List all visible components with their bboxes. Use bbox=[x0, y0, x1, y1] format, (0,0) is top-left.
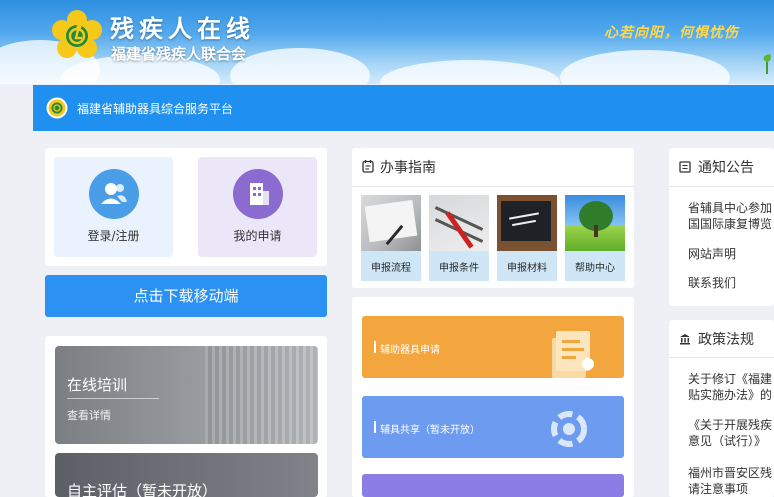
application-form-icon bbox=[552, 331, 594, 378]
user-group-icon bbox=[89, 169, 139, 219]
books-texture bbox=[205, 346, 318, 444]
service-card-third[interactable] bbox=[362, 474, 624, 497]
assistive-device-apply-label: 辅助器具申请 bbox=[380, 345, 440, 356]
building-icon bbox=[233, 169, 283, 219]
platform-logo-icon bbox=[46, 97, 68, 119]
notice-icon bbox=[679, 161, 691, 173]
guide-label-conditions: 申报条件 bbox=[439, 263, 479, 274]
cloud-decoration bbox=[230, 48, 370, 84]
guide-title: 办事指南 bbox=[380, 160, 436, 176]
divider bbox=[352, 186, 634, 187]
bank-building-icon bbox=[680, 334, 690, 345]
my-application-label: 我的申请 bbox=[233, 229, 282, 243]
self-assessment-card[interactable]: 自主评估（暂未开放） bbox=[55, 453, 318, 497]
guide-book-icon bbox=[362, 160, 374, 173]
policy-link-cont[interactable]: 意见（试行）》 bbox=[688, 432, 766, 449]
policy-link[interactable]: 福州市晋安区残 bbox=[688, 464, 772, 481]
site-header: 残疾人在线 福建省残疾人联合会 心若向阳，何惧忧伤 bbox=[0, 0, 774, 84]
policy-link-cont[interactable]: 贴实施办法》的 bbox=[688, 386, 772, 403]
platform-bar: 福建省辅助器具综合服务平台 bbox=[33, 85, 774, 131]
device-sharing-label: 辅具共享（暂未开放） bbox=[380, 425, 480, 436]
website-statement-link[interactable]: 网站声明 bbox=[688, 245, 736, 262]
sprout-icon bbox=[763, 54, 771, 74]
policy-link[interactable]: 《关于开展残疾 bbox=[688, 416, 772, 433]
divider bbox=[669, 357, 774, 358]
online-training-detail-link[interactable]: 查看详情 bbox=[67, 407, 111, 423]
platform-name: 福建省辅助器具综合服务平台 bbox=[77, 102, 234, 116]
guide-item-materials[interactable]: 申报材料 bbox=[497, 195, 557, 281]
divider bbox=[669, 186, 774, 187]
self-assessment-title: 自主评估（暂未开放） bbox=[67, 482, 218, 497]
cloud-decoration bbox=[380, 60, 560, 84]
card-divider bbox=[67, 398, 159, 399]
site-title: 残疾人在线 bbox=[110, 15, 255, 43]
contact-us-link[interactable]: 联系我们 bbox=[688, 274, 736, 291]
disability-federation-logo-icon[interactable] bbox=[52, 10, 102, 62]
device-sharing-card[interactable]: 辅具共享（暂未开放） bbox=[362, 396, 624, 458]
download-mobile-button[interactable]: 点击下载移动端 bbox=[45, 275, 327, 317]
guide-item-help[interactable]: 帮助中心 bbox=[565, 195, 625, 281]
policies-title: 政策法规 bbox=[698, 332, 754, 348]
online-training-card[interactable]: 在线培训 查看详情 bbox=[55, 346, 318, 444]
site-subtitle: 福建省残疾人联合会 bbox=[111, 45, 247, 63]
login-register-label: 登录/注册 bbox=[87, 229, 140, 243]
guide-label-materials: 申报材料 bbox=[507, 263, 547, 274]
online-training-title: 在线培训 bbox=[67, 376, 128, 394]
notice-link-cont[interactable]: 国国际康复博览 bbox=[688, 215, 772, 232]
notices-title: 通知公告 bbox=[698, 160, 754, 176]
checklist-photo bbox=[429, 195, 489, 251]
document-signing-photo bbox=[361, 195, 421, 251]
cloud-decoration bbox=[560, 50, 730, 84]
guide-label-help: 帮助中心 bbox=[575, 263, 615, 274]
login-register-tile[interactable]: 登录/注册 bbox=[54, 157, 173, 257]
policy-link[interactable]: 关于修订《福建 bbox=[688, 370, 772, 387]
slogan-text: 心若向阳，何惧忧伤 bbox=[604, 25, 739, 41]
my-application-tile[interactable]: 我的申请 bbox=[198, 157, 317, 257]
assistive-device-apply-card[interactable]: 辅助器具申请 bbox=[362, 316, 624, 378]
guide-item-conditions[interactable]: 申报条件 bbox=[429, 195, 489, 281]
share-cycle-icon bbox=[551, 411, 587, 447]
thanks-chalkboard-photo bbox=[497, 195, 557, 251]
guide-item-process[interactable]: 申报流程 bbox=[361, 195, 421, 281]
policy-link-cont[interactable]: 请注意事项 bbox=[688, 480, 748, 497]
notice-link[interactable]: 省辅具中心参加 bbox=[688, 199, 772, 216]
guide-label-process: 申报流程 bbox=[371, 263, 411, 274]
tree-landscape-photo bbox=[565, 195, 625, 251]
